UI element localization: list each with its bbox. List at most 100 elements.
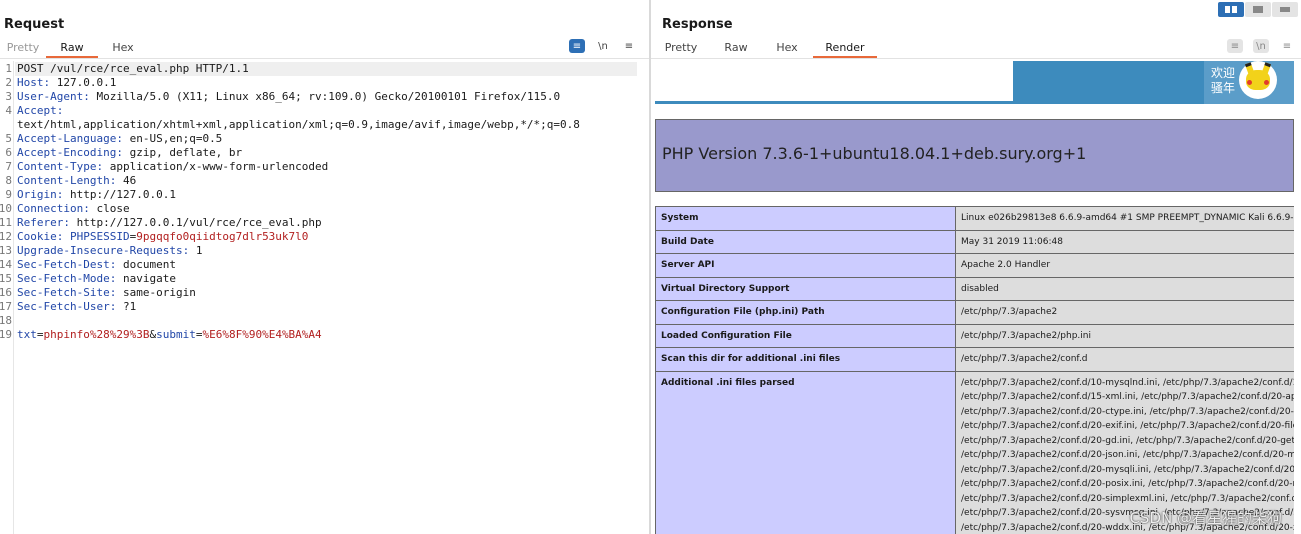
line-number: 3 xyxy=(5,90,12,103)
header-value: http://127.0.0.1/vul/rce/rce_eval.php xyxy=(76,216,322,229)
menu-icon[interactable]: ≡ xyxy=(1279,39,1295,53)
tab-hex[interactable]: Hex xyxy=(98,40,148,58)
response-title: Response xyxy=(662,17,733,32)
info-value: /etc/php/7.3/apache2 xyxy=(955,300,1294,325)
request-line: Cookie: PHPSESSID=9pgqqfo0qiidtog7dlr53u… xyxy=(17,230,309,243)
wrap-lines-icon[interactable]: ≡ xyxy=(1227,39,1243,53)
info-key: Configuration File (php.ini) Path xyxy=(655,300,956,325)
header-name: User-Agent xyxy=(17,90,84,103)
tab-divider xyxy=(0,58,649,59)
header-name: Accept-Language xyxy=(17,132,117,145)
body-token: txt xyxy=(17,328,37,341)
info-value-line: /etc/php/7.3/apache2/conf.d/20-gd.ini, /… xyxy=(961,435,1294,446)
tab-pretty[interactable]: Pretty xyxy=(0,40,46,58)
info-value: May 31 2019 11:06:48 xyxy=(955,229,1294,254)
table-row: Build Date May 31 2019 11:06:48 xyxy=(655,229,1294,254)
header-name: Sec-Fetch-Dest xyxy=(17,258,110,271)
tab-hex[interactable]: Hex xyxy=(761,40,813,58)
table-row: Server API Apache 2.0 Handler xyxy=(655,253,1294,278)
request-line: Sec-Fetch-Site: same-origin xyxy=(17,286,196,299)
info-key: Server API xyxy=(655,253,956,278)
header-value: en-US,en;q=0.5 xyxy=(129,132,223,145)
body-token: = xyxy=(36,328,44,341)
line-number: 10 xyxy=(0,202,12,215)
header-name: Origin xyxy=(17,188,57,201)
tab-render[interactable]: Render xyxy=(813,40,877,58)
line-number: 11 xyxy=(0,216,12,229)
info-value: /etc/php/7.3/apache2/conf.d xyxy=(955,347,1294,372)
info-value-line: /etc/php/7.3/apache2/conf.d/20-exif.ini,… xyxy=(961,421,1294,431)
request-line: Upgrade-Insecure-Requests: 1 xyxy=(17,244,203,257)
tab-raw[interactable]: Raw xyxy=(711,40,761,58)
header-name: Host xyxy=(17,76,44,89)
info-key: Additional .ini files parsed xyxy=(655,370,956,534)
info-value-line: May 31 2019 11:06:48 xyxy=(961,236,1063,247)
response-panel: Response Pretty Raw Hex Render ≡ \n ≡ 欢迎… xyxy=(651,0,1301,534)
line-number: 9 xyxy=(5,188,12,201)
info-value-line: /etc/php/7.3/apache2 xyxy=(961,307,1058,317)
info-value: disabled xyxy=(955,276,1294,301)
info-key: System xyxy=(655,206,956,231)
header-name: Accept xyxy=(17,104,57,117)
header-name: Connection xyxy=(17,202,84,215)
request-line: Content-Length: 46 xyxy=(17,174,137,187)
table-row: Virtual Directory Support disabled xyxy=(655,276,1294,301)
info-value-line: Apache 2.0 Handler xyxy=(961,260,1051,270)
show-newlines-icon[interactable]: \n xyxy=(1253,39,1269,53)
info-value-line: /etc/php/7.3/apache2/conf.d/20-json.ini,… xyxy=(961,450,1294,460)
request-panel: Request Pretty Raw Hex ≡ \n ≡ 1 POST /vul… xyxy=(0,0,649,534)
request-line: txt=phpinfo%28%29%3B&submit=%E6%8F%90%E4… xyxy=(17,328,322,341)
info-key: Virtual Directory Support xyxy=(655,276,956,301)
php-version-title: PHP Version 7.3.6-1+ubuntu18.04.1+deb.su… xyxy=(662,144,1087,163)
request-line: POST /vul/rce/rce_eval.php HTTP/1.1 xyxy=(17,62,249,75)
info-value: Linux e026b29813e8 6.6.9-amd64 #1 SMP PR… xyxy=(955,206,1294,231)
header-name: Upgrade-Insecure-Requests xyxy=(17,244,183,257)
header-name: Cookie xyxy=(17,230,57,243)
request-line: Referer: http://127.0.0.1/vul/rce/rce_ev… xyxy=(17,216,322,229)
line-number: 17 xyxy=(0,300,12,313)
info-key: Scan this dir for additional .ini files xyxy=(655,347,956,372)
php-version-header: PHP Version 7.3.6-1+ubuntu18.04.1+deb.su… xyxy=(655,119,1294,192)
request-tabs: Pretty Raw Hex xyxy=(0,40,148,58)
request-line: Accept-Language: en-US,en;q=0.5 xyxy=(17,132,223,145)
line-number: 5 xyxy=(5,132,12,145)
line-number: 4 xyxy=(5,104,12,117)
request-editor[interactable]: 1 POST /vul/rce/rce_eval.php HTTP/1.1 2 Hos… xyxy=(0,61,649,534)
header-value: 46 xyxy=(122,174,137,187)
line-number: 18 xyxy=(0,314,12,327)
header-value: same-origin xyxy=(122,286,196,299)
info-value-line: /etc/php/7.3/apache2/conf.d/10-mysqlnd.i… xyxy=(961,377,1294,388)
line-text: POST /vul/rce/rce_eval.php HTTP/1.1 xyxy=(17,62,249,75)
wrap-lines-icon[interactable]: ≡ xyxy=(569,39,585,53)
info-value-line: /etc/php/7.3/apache2/conf.d/15-xml.ini, … xyxy=(961,392,1294,402)
request-line: Sec-Fetch-User: ?1 xyxy=(17,300,137,313)
request-line: Sec-Fetch-Mode: navigate xyxy=(17,272,176,285)
cookie-value: 9pgqqfo0qiidtog7dlr53uk7l0 xyxy=(136,230,309,243)
request-line: Accept: xyxy=(17,104,70,117)
header-value: http://127.0.0.1 xyxy=(70,188,176,201)
header-value: 127.0.0.1 xyxy=(56,76,117,89)
pikachu-avatar-icon xyxy=(1239,61,1277,99)
table-row: System Linux e026b29813e8 6.6.9-amd64 #1 … xyxy=(655,206,1294,231)
line-text: text/html,application/xhtml+xml,applicat… xyxy=(17,118,580,131)
header-value: ?1 xyxy=(122,300,137,313)
tab-raw[interactable]: Raw xyxy=(46,40,98,58)
info-value-line: /etc/php/7.3/apache2/conf.d/20-mysqli.in… xyxy=(961,464,1294,475)
info-key: Build Date xyxy=(655,229,956,254)
header-name: Sec-Fetch-Site xyxy=(17,286,110,299)
header-name: Content-Length xyxy=(17,174,110,187)
request-title: Request xyxy=(4,17,65,32)
line-number: 2 xyxy=(5,76,12,89)
info-value-line: /etc/php/7.3/apache2/conf.d xyxy=(961,354,1088,364)
menu-icon[interactable]: ≡ xyxy=(621,39,637,53)
tab-pretty[interactable]: Pretty xyxy=(651,40,711,58)
info-value-line: Linux e026b29813e8 6.6.9-amd64 #1 SMP PR… xyxy=(961,213,1294,223)
line-number: 14 xyxy=(0,258,12,271)
table-row: Loaded Configuration File/etc/php/7.3/ap… xyxy=(655,323,1294,348)
header-name: Accept-Encoding xyxy=(17,146,117,159)
info-value: /etc/php/7.3/apache2/php.ini xyxy=(955,323,1294,348)
line-number: 12 xyxy=(0,230,12,243)
welcome-text: 欢迎 骚年 xyxy=(1211,66,1236,95)
show-newlines-icon[interactable]: \n xyxy=(595,39,611,53)
request-line: Sec-Fetch-Dest: document xyxy=(17,258,176,271)
